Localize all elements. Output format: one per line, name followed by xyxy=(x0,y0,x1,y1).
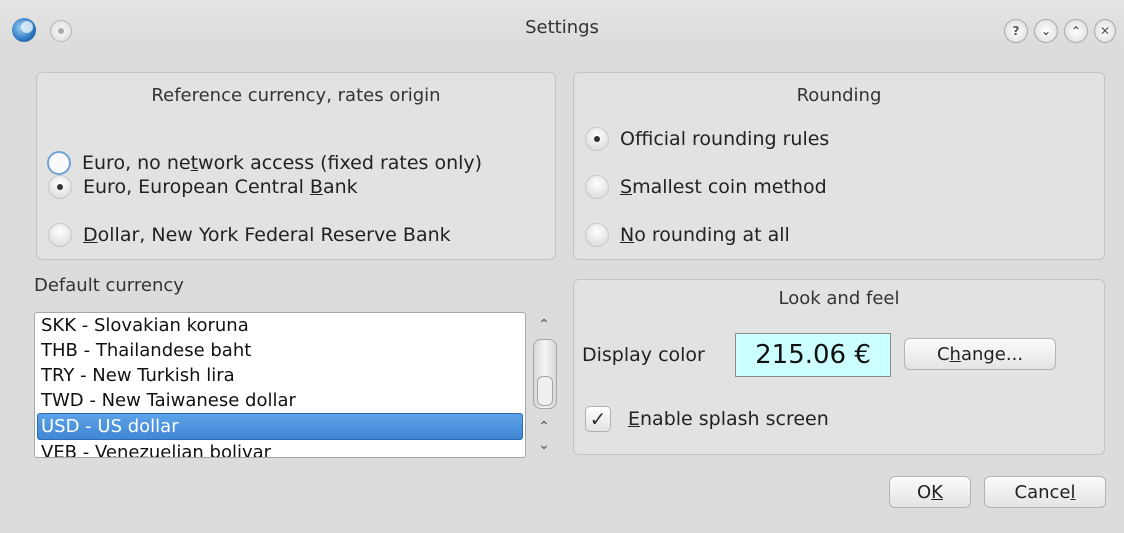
cancel-button[interactable]: Cancel xyxy=(984,476,1106,508)
list-item[interactable]: TWD - New Taiwanese dollar xyxy=(35,388,525,413)
radio-dollar-fed-label: Dollar, New York Federal Reserve Bank xyxy=(83,224,451,246)
list-item[interactable]: SKK - Slovakian koruna xyxy=(35,313,525,338)
display-color-sample: 215.06 € xyxy=(735,333,891,377)
radio-smallest-coin[interactable]: Smallest coin method xyxy=(585,175,827,199)
close-icon[interactable]: ✕ xyxy=(1094,19,1116,43)
list-item[interactable]: THB - Thailandese baht xyxy=(35,338,525,363)
radio-smallest-coin-indicator[interactable] xyxy=(585,175,609,199)
radio-euro-fixed-indicator[interactable] xyxy=(47,151,71,175)
window-title: Settings xyxy=(525,17,599,38)
ok-button[interactable]: OK xyxy=(889,476,971,508)
splash-checkbox-label[interactable]: Enable splash screen xyxy=(628,408,829,430)
radio-official-rounding[interactable]: Official rounding rules xyxy=(585,127,829,151)
radio-no-rounding-label: No rounding at all xyxy=(620,224,790,246)
title-bar[interactable]: Settings ? ⌄ ⌃ ✕ xyxy=(0,0,1124,58)
look-and-feel-title: Look and feel xyxy=(778,288,900,309)
scroll-up-icon[interactable]: ⌃ xyxy=(532,418,556,436)
radio-euro-ecb-label: Euro, European Central Bank xyxy=(83,176,358,198)
change-color-button[interactable]: Change... xyxy=(904,338,1056,370)
currency-list[interactable]: SKK - Slovakian koruna THB - Thailandese… xyxy=(34,312,526,458)
minimize-icon[interactable]: ⌄ xyxy=(1034,19,1058,43)
rates-origin-title: Reference currency, rates origin xyxy=(151,85,441,106)
help-icon[interactable]: ? xyxy=(1004,19,1028,43)
scroll-up-icon[interactable]: ⌃ xyxy=(532,316,556,334)
scrollbar-thumb[interactable] xyxy=(533,339,557,409)
radio-euro-fixed-label: Euro, no network access (fixed rates onl… xyxy=(82,152,483,174)
scroll-down-icon[interactable]: ⌄ xyxy=(532,436,556,454)
display-color-label: Display color xyxy=(582,344,705,366)
rounding-title: Rounding xyxy=(796,85,882,106)
list-item[interactable]: VEB - Venezuelian bolivar xyxy=(35,440,525,457)
splash-checkbox[interactable]: ✓ xyxy=(585,406,611,432)
list-item-selected[interactable]: USD - US dollar xyxy=(37,413,523,440)
radio-no-rounding[interactable]: No rounding at all xyxy=(585,223,790,247)
radio-official-rounding-label: Official rounding rules xyxy=(620,128,830,150)
radio-euro-ecb[interactable]: Euro, European Central Bank xyxy=(48,175,358,199)
radio-euro-fixed[interactable]: Euro, no network access (fixed rates onl… xyxy=(47,151,482,175)
radio-smallest-coin-label: Smallest coin method xyxy=(620,176,827,198)
default-currency-label: Default currency xyxy=(34,275,184,296)
list-item[interactable]: TRY - New Turkish lira xyxy=(35,363,525,388)
radio-no-rounding-indicator[interactable] xyxy=(585,223,609,247)
radio-official-rounding-indicator[interactable] xyxy=(585,127,609,151)
settings-dialog: Settings ? ⌄ ⌃ ✕ Reference currency, rat… xyxy=(0,0,1124,533)
maximize-icon[interactable]: ⌃ xyxy=(1064,19,1088,43)
radio-dollar-fed-indicator[interactable] xyxy=(48,223,72,247)
radio-euro-ecb-indicator[interactable] xyxy=(48,175,72,199)
radio-dollar-fed[interactable]: Dollar, New York Federal Reserve Bank xyxy=(48,223,451,247)
